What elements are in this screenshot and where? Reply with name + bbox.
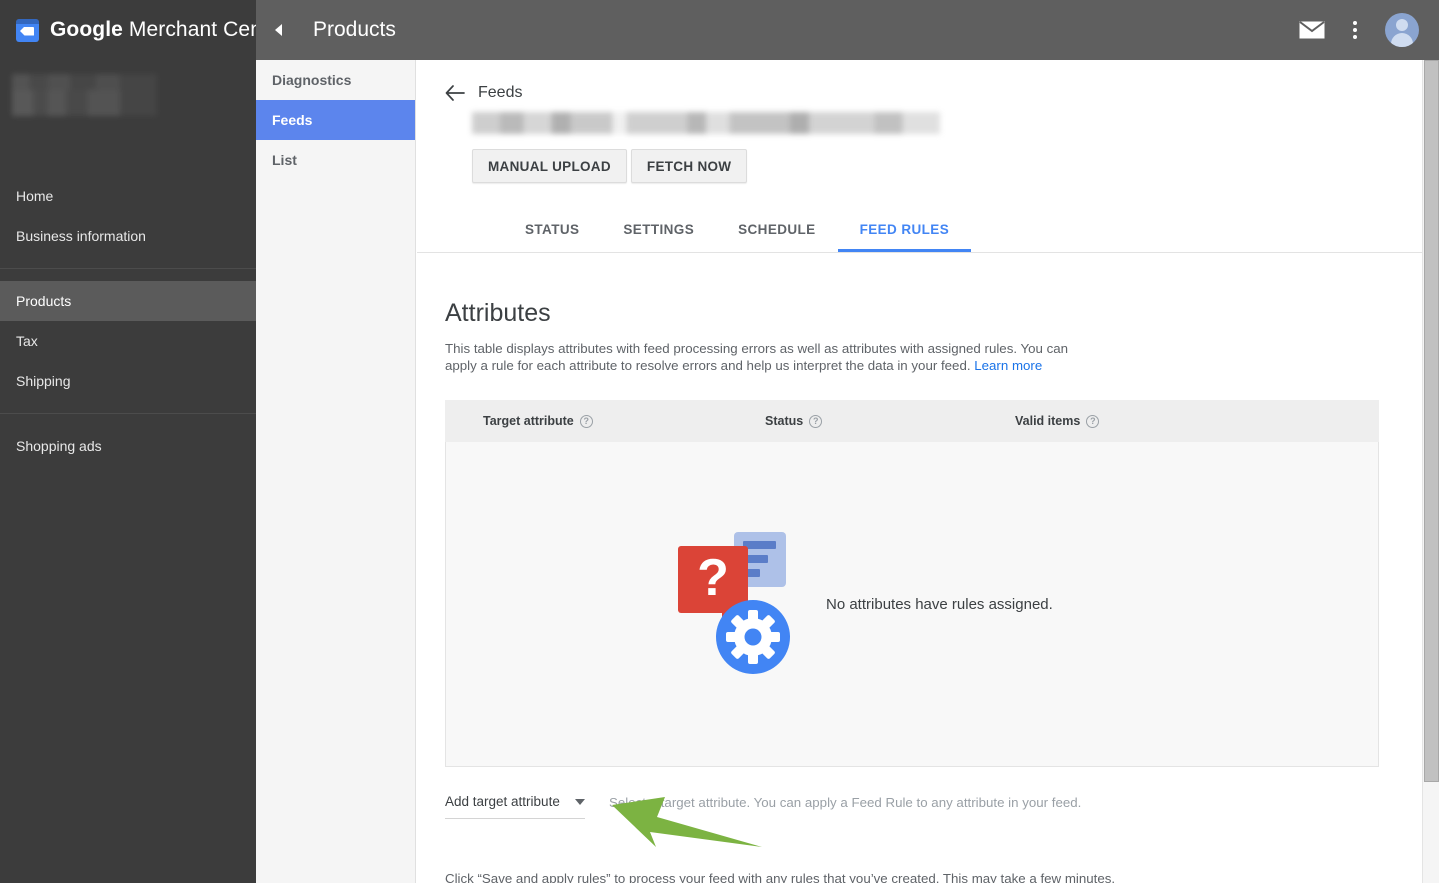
tab-label: FEED RULES: [859, 221, 950, 237]
attributes-description-line1: This table displays attributes with feed…: [445, 341, 1069, 356]
topbar-actions: [1299, 13, 1439, 47]
chevron-left-icon[interactable]: [256, 0, 300, 60]
learn-more-link[interactable]: Learn more: [974, 358, 1042, 373]
attributes-panel: Attributes This table displays attribute…: [417, 253, 1422, 883]
merchant-tag-icon: [16, 18, 39, 42]
feed-action-buttons: MANUAL UPLOAD FETCH NOW: [472, 149, 1422, 183]
tab-label: STATUS: [525, 221, 580, 237]
left-sidebar: Google Merchant Center Home Business inf…: [0, 0, 287, 883]
subnav-item-label: Diagnostics: [272, 72, 352, 88]
column-header-label: Status: [765, 414, 804, 429]
sidebar-item-shipping[interactable]: Shipping: [0, 361, 256, 401]
tab-label: SETTINGS: [623, 221, 695, 237]
add-target-attribute-label: Add target attribute: [445, 794, 560, 810]
column-header-valid-items: Valid items ?: [1015, 414, 1379, 428]
question-bubble-document-gear-icon: ?: [678, 527, 790, 682]
sidebar-item-business-information[interactable]: Business information: [0, 216, 256, 256]
back-row: Feeds: [445, 84, 1422, 102]
table-empty-state: ? No attributes have rules assigned.: [445, 442, 1379, 768]
products-subnav: Diagnostics Feeds List: [256, 60, 416, 883]
feed-header: Feeds MANUAL UPLOAD FETCH NOW: [417, 60, 1422, 183]
subnav-item-diagnostics[interactable]: Diagnostics: [256, 60, 415, 100]
main-content: Feeds MANUAL UPLOAD FETCH NOW STATUS SET…: [417, 60, 1422, 883]
add-attribute-hint: Select a target attribute. You can apply…: [609, 795, 1082, 811]
tab-settings[interactable]: SETTINGS: [601, 206, 716, 252]
save-rules-footnote: Click “Save and apply rules” to process …: [445, 871, 1116, 883]
help-circle-icon[interactable]: ?: [1086, 414, 1100, 428]
table-header-row: Target attribute ? Status ? Valid items …: [445, 400, 1379, 443]
sidebar-item-label: Products: [16, 293, 72, 309]
tab-label: SCHEDULE: [738, 221, 816, 237]
tab-schedule[interactable]: SCHEDULE: [716, 206, 837, 252]
attributes-table: Target attribute ? Status ? Valid items …: [445, 400, 1379, 768]
more-vert-icon[interactable]: [1347, 17, 1363, 43]
brand-name: Google Merchant Center: [50, 18, 287, 42]
column-header-label: Valid items: [1015, 414, 1081, 429]
sidebar-item-tax[interactable]: Tax: [0, 321, 256, 361]
manual-upload-button[interactable]: MANUAL UPLOAD: [472, 149, 627, 183]
add-attribute-row: Add target attribute Select a target att…: [445, 794, 1422, 820]
top-app-bar: Products: [256, 0, 1439, 60]
arrow-back-icon[interactable]: [445, 85, 465, 101]
brand-header[interactable]: Google Merchant Center: [0, 0, 287, 60]
sidebar-item-label: Shipping: [16, 373, 71, 389]
page-title: Products: [313, 18, 396, 41]
brand-name-bold: Google: [50, 18, 123, 41]
gear-icon: [726, 609, 780, 664]
tab-feed-rules[interactable]: FEED RULES: [837, 206, 972, 252]
mail-icon[interactable]: [1299, 21, 1325, 39]
feed-tabs: STATUS SETTINGS SCHEDULE FEED RULES: [417, 207, 1422, 253]
sidebar-item-shopping-ads[interactable]: Shopping ads: [0, 426, 256, 466]
subnav-item-feeds[interactable]: Feeds: [256, 100, 415, 140]
subnav-item-list[interactable]: List: [256, 140, 415, 180]
sidebar-item-label: Home: [16, 188, 54, 204]
fetch-now-button[interactable]: FETCH NOW: [630, 149, 748, 183]
empty-state-message: No attributes have rules assigned.: [826, 595, 1053, 613]
subnav-item-label: List: [272, 152, 297, 168]
avatar[interactable]: [1385, 13, 1419, 47]
add-target-attribute-dropdown[interactable]: Add target attribute: [445, 794, 585, 820]
help-circle-icon[interactable]: ?: [579, 414, 593, 428]
attributes-description: This table displays attributes with feed…: [445, 341, 1070, 374]
feed-name-blurred: [472, 112, 940, 134]
vertical-scrollbar[interactable]: [1422, 60, 1439, 883]
sidebar-item-home[interactable]: Home: [0, 176, 256, 216]
column-header-status: Status ?: [765, 414, 1015, 428]
sidebar-item-label: Tax: [16, 333, 38, 349]
tab-status[interactable]: STATUS: [503, 206, 601, 252]
attributes-description-line2: apply a rule for each attribute to resol…: [445, 357, 971, 373]
scrollbar-thumb[interactable]: [1424, 60, 1439, 782]
sidebar-nav: Home Business information Products Tax S…: [0, 176, 256, 466]
chevron-down-icon: [575, 798, 585, 805]
column-header-target-attribute: Target attribute ?: [445, 414, 765, 428]
sidebar-item-label: Shopping ads: [16, 438, 102, 454]
subnav-item-label: Feeds: [272, 112, 313, 128]
account-info-blurred[interactable]: [12, 74, 157, 116]
help-circle-icon[interactable]: ?: [809, 414, 823, 428]
feed-breadcrumb-label: Feeds: [478, 84, 523, 101]
column-header-label: Target attribute: [483, 414, 574, 429]
merchant-center-page: Google Merchant Center Home Business inf…: [0, 0, 1439, 883]
sidebar-item-products[interactable]: Products: [0, 281, 256, 321]
sidebar-item-label: Business information: [16, 228, 146, 244]
attributes-title: Attributes: [445, 299, 551, 327]
